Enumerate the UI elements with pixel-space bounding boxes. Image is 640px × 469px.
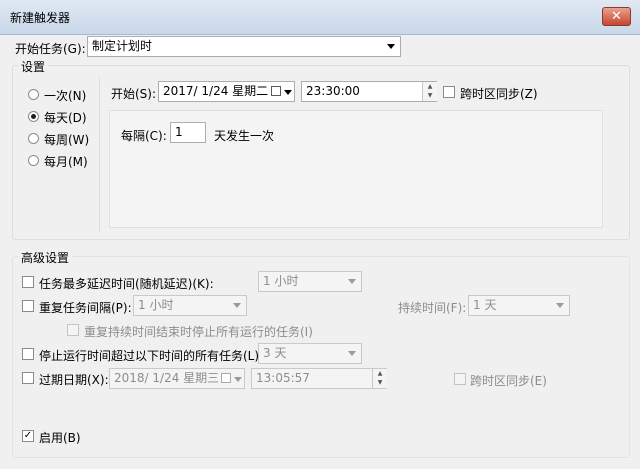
- spin-up-icon[interactable]: ▲: [373, 369, 387, 378]
- chevron-down-icon: [348, 351, 356, 356]
- radio-weekly[interactable]: [28, 133, 39, 144]
- settings-label: 设置: [18, 58, 49, 75]
- radio-monthly-label: 每月(M): [44, 155, 88, 169]
- expire-date-value: 2018/ 1/24 星期三: [114, 371, 220, 385]
- start-date-value: 2017/ 1/24 星期二: [163, 84, 269, 98]
- calendar-icon[interactable]: [221, 373, 231, 383]
- delay-checkbox[interactable]: [22, 276, 34, 288]
- recur-label: 每隔(C):: [121, 129, 167, 143]
- spin-up-icon[interactable]: ▲: [423, 82, 437, 91]
- title-bar: [0, 0, 640, 35]
- repeat-select[interactable]: 1 小时: [133, 295, 247, 316]
- chevron-down-icon: [348, 279, 356, 284]
- stop-running-checkbox[interactable]: [67, 324, 79, 336]
- start-time-field[interactable]: 23:30:00: [301, 81, 437, 102]
- repeat-label: 重复任务间隔(P):: [39, 301, 132, 315]
- delay-label: 任务最多延迟时间(随机延迟)(K):: [39, 277, 214, 291]
- separator: [99, 77, 100, 232]
- checkmark-icon: ✓: [23, 430, 33, 441]
- radio-monthly[interactable]: [28, 155, 39, 166]
- stop-longer-value: 3 天: [263, 346, 287, 360]
- advanced-label: 高级设置: [18, 249, 73, 266]
- duration-value: 1 天: [473, 298, 497, 312]
- delay-select[interactable]: 1 小时: [258, 271, 362, 292]
- close-button[interactable]: ✕: [602, 7, 631, 26]
- stop-longer-checkbox[interactable]: [22, 348, 34, 360]
- start-time-spinner[interactable]: ▲ ▼: [422, 82, 437, 101]
- enabled-checkbox[interactable]: ✓: [22, 430, 34, 442]
- start-time-value: 23:30:00: [306, 84, 360, 98]
- recur-days-input[interactable]: 1: [170, 122, 206, 143]
- sync-timezone-checkbox[interactable]: [443, 86, 455, 98]
- spin-down-icon[interactable]: ▼: [373, 378, 387, 387]
- radio-once[interactable]: [28, 89, 39, 100]
- enabled-label: 启用(B): [39, 431, 81, 445]
- expire-checkbox[interactable]: [22, 372, 34, 384]
- stop-running-label: 重复持续时间结束时停止所有运行的任务(I): [84, 325, 313, 339]
- spin-down-icon[interactable]: ▼: [423, 91, 437, 100]
- duration-label: 持续时间(F):: [398, 301, 467, 315]
- chevron-down-icon: [387, 44, 395, 49]
- expire-label: 过期日期(X):: [39, 373, 109, 387]
- stop-longer-select[interactable]: 3 天: [258, 343, 362, 364]
- window-title: 新建触发器: [10, 11, 71, 25]
- repeat-checkbox[interactable]: [22, 300, 34, 312]
- stop-longer-label: 停止运行时间超过以下时间的所有任务(L):: [39, 349, 264, 363]
- expire-sync-timezone-checkbox[interactable]: [454, 373, 466, 385]
- repeat-value: 1 小时: [138, 298, 174, 312]
- radio-weekly-label: 每周(W): [44, 133, 90, 147]
- recur-suffix: 天发生一次: [214, 129, 275, 143]
- chevron-down-icon: [556, 303, 564, 308]
- chevron-down-icon[interactable]: [284, 90, 292, 95]
- begin-task-label: 开始任务(G):: [15, 42, 86, 56]
- expire-sync-timezone-label: 跨时区同步(E): [470, 374, 547, 388]
- expire-time-field[interactable]: 13:05:57: [251, 368, 387, 389]
- radio-daily-label: 每天(D): [44, 111, 87, 125]
- chevron-down-icon[interactable]: [234, 377, 242, 382]
- calendar-icon[interactable]: [271, 86, 281, 96]
- delay-value: 1 小时: [263, 274, 299, 288]
- radio-daily[interactable]: [28, 111, 39, 122]
- recur-days-value: 1: [175, 125, 183, 139]
- start-label: 开始(S):: [111, 87, 157, 101]
- begin-task-select[interactable]: 制定计划时: [87, 36, 401, 57]
- chevron-down-icon: [233, 303, 241, 308]
- expire-time-value: 13:05:57: [256, 371, 310, 385]
- sync-timezone-label: 跨时区同步(Z): [460, 87, 538, 101]
- expire-time-spinner[interactable]: ▲ ▼: [372, 369, 387, 388]
- duration-select[interactable]: 1 天: [468, 295, 570, 316]
- radio-once-label: 一次(N): [44, 89, 87, 103]
- begin-task-value: 制定计划时: [92, 39, 153, 53]
